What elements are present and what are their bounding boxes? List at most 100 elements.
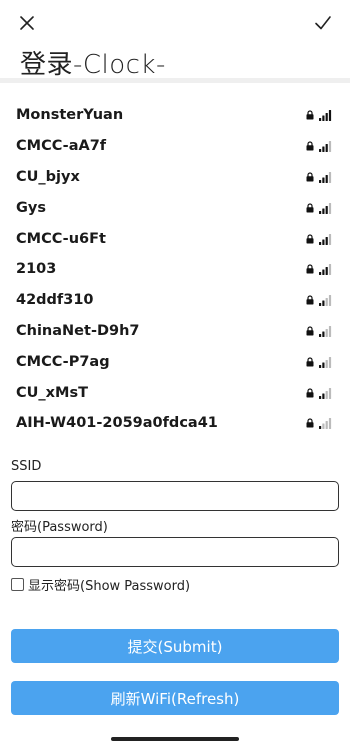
wifi-status-icons — [306, 325, 332, 337]
wifi-ssid-label: CMCC-aA7f — [16, 138, 107, 155]
signal-bar — [325, 267, 328, 276]
top-bar — [0, 0, 350, 44]
signal-bar — [322, 362, 325, 368]
lock-icon — [306, 357, 314, 367]
signal-bar — [322, 146, 325, 153]
wifi-ssid-label: 42ddf310 — [16, 292, 94, 309]
wifi-signal-icon — [319, 110, 332, 122]
wifi-ssid-label: ChinaNet-D9h7 — [16, 322, 140, 339]
wifi-list-item[interactable]: CU_bjyx — [0, 162, 350, 193]
signal-bar — [319, 241, 322, 245]
submit-button[interactable]: 提交(Submit) — [11, 629, 339, 663]
wifi-status-icons — [306, 294, 332, 307]
signal-bar — [319, 303, 322, 307]
wifi-status-icons — [306, 356, 332, 368]
wifi-signal-icon — [319, 233, 332, 245]
lock-icon — [306, 418, 314, 428]
wifi-network-list: MonsterYuan CMCC-aA7f CU_bjyx Gys CMCC-u6Ft 2… — [0, 100, 350, 439]
lock-icon — [306, 326, 314, 336]
lock-icon — [306, 110, 314, 120]
signal-bar — [322, 393, 325, 399]
signal-bar — [322, 239, 325, 245]
wifi-ssid-label: MonsterYuan — [16, 107, 124, 124]
wifi-list-item[interactable]: CMCC-aA7f — [0, 131, 350, 162]
signal-bar — [328, 418, 332, 430]
wifi-login-page: 登录-Clock- MonsterYuan CMCC-aA7f CU_bjyx Gys… — [0, 0, 350, 746]
page-title: 登录-Clock- — [20, 50, 166, 80]
wifi-ssid-label: CU_xMsT — [16, 384, 88, 401]
wifi-signal-icon — [319, 325, 332, 337]
signal-bar — [328, 295, 332, 307]
wifi-list-item[interactable]: 2103 — [0, 254, 350, 285]
wifi-signal-icon — [319, 141, 332, 153]
wifi-list-item[interactable]: ChinaNet-D9h7 — [0, 316, 350, 347]
wifi-list-item[interactable]: Gys — [0, 192, 350, 223]
signal-bar — [328, 356, 332, 368]
wifi-status-icons — [306, 202, 332, 214]
signal-bar — [322, 331, 325, 337]
ssid-label: SSID — [11, 459, 42, 474]
signal-bar — [319, 272, 322, 276]
wifi-list-item[interactable]: CMCC-u6Ft — [0, 223, 350, 254]
signal-bar — [328, 233, 332, 245]
wifi-signal-icon — [319, 295, 332, 307]
signal-bar — [328, 387, 332, 399]
signal-bar — [319, 179, 322, 183]
signal-bar — [322, 423, 325, 430]
wifi-signal-icon — [319, 171, 332, 183]
wifi-list-item[interactable]: MonsterYuan — [0, 100, 350, 131]
lock-icon — [306, 141, 314, 151]
wifi-status-icons — [306, 387, 332, 399]
signal-bar — [319, 395, 322, 399]
title-divider — [0, 78, 350, 83]
wifi-list-item[interactable]: 42ddf310 — [0, 285, 350, 316]
wifi-status-icons — [306, 171, 332, 183]
signal-bar — [325, 328, 328, 337]
wifi-signal-icon — [319, 356, 332, 368]
signal-bar — [328, 171, 332, 183]
signal-bar — [328, 264, 332, 276]
signal-bar — [325, 421, 328, 430]
signal-bar — [319, 149, 322, 153]
lock-icon — [306, 387, 314, 398]
wifi-list-item[interactable]: CMCC-P7ag — [0, 346, 350, 377]
home-indicator — [111, 737, 239, 741]
wifi-status-icons — [306, 233, 332, 245]
signal-bar — [322, 177, 325, 183]
refresh-wifi-button[interactable]: 刷新WiFi(Refresh) — [11, 681, 339, 715]
lock-icon — [306, 264, 314, 274]
close-icon[interactable] — [16, 12, 38, 34]
show-password-label: 显示密码(Show Password) — [28, 579, 191, 594]
signal-bar — [328, 202, 332, 214]
signal-bar — [325, 359, 328, 368]
wifi-ssid-label: CMCC-u6Ft — [16, 230, 106, 247]
signal-bar — [322, 300, 325, 307]
lock-icon — [306, 203, 314, 213]
signal-bar — [325, 298, 328, 307]
show-password-toggle[interactable]: 显示密码(Show Password) — [11, 575, 190, 594]
wifi-ssid-label: CU_bjyx — [16, 168, 80, 185]
lock-icon — [306, 172, 314, 182]
wifi-signal-icon — [319, 264, 332, 276]
signal-bar — [319, 364, 322, 368]
signal-bar — [328, 325, 332, 337]
signal-bar — [325, 174, 328, 183]
signal-bar — [325, 113, 328, 122]
wifi-ssid-label: CMCC-P7ag — [16, 353, 110, 370]
wifi-signal-icon — [319, 418, 332, 430]
wifi-list-item[interactable]: CU_xMsT — [0, 377, 350, 408]
ssid-input[interactable] — [11, 481, 339, 511]
signal-bar — [319, 118, 322, 122]
wifi-ssid-label: 2103 — [16, 261, 57, 278]
wifi-signal-icon — [319, 387, 332, 399]
wifi-ssid-label: Gys — [16, 199, 46, 216]
check-icon[interactable] — [312, 12, 334, 34]
signal-bar — [319, 333, 322, 337]
wifi-status-icons — [306, 140, 332, 153]
password-input[interactable] — [11, 537, 339, 567]
lock-icon — [306, 295, 314, 305]
wifi-ssid-label: AIH-W401-2059a0fdca41 — [16, 415, 218, 432]
lock-icon — [306, 233, 314, 244]
show-password-checkbox[interactable] — [11, 578, 24, 591]
wifi-list-item[interactable]: AIH-W401-2059a0fdca41 — [0, 408, 350, 439]
